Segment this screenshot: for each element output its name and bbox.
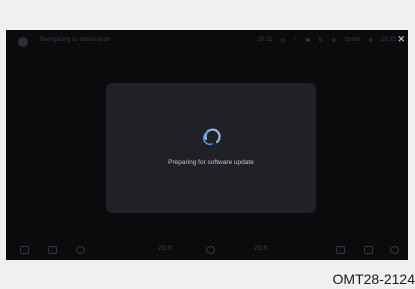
status-item-time: 20:11 [257, 37, 273, 43]
carrier-label: Sprint [344, 37, 360, 43]
infotainment-screen: Navigating to destination 20:11 ◎ ◔ ✱ ⇅ … [6, 30, 408, 260]
update-message: Preparing for software update [168, 159, 254, 166]
status-bar: Navigating to destination 20:11 ◎ ◔ ✱ ⇅ … [6, 30, 408, 52]
gps-icon: ⊕ [331, 38, 337, 44]
volume-icon[interactable] [364, 246, 373, 254]
status-clock: 10:22 [380, 37, 396, 43]
bottom-bar: 20.0 20.5 [6, 240, 408, 260]
status-title: Navigating to destination [40, 37, 111, 43]
bluetooth-icon: ✱ [305, 38, 311, 44]
page-frame: Navigating to destination 20:11 ◎ ◔ ✱ ⇅ … [0, 0, 415, 289]
loading-spinner-icon [202, 128, 221, 146]
mute-icon: ⊗ [367, 38, 373, 44]
status-indicators: 20:11 ◎ ◔ ✱ ⇅ ⊕ Sprint ⊗ 10:22 [258, 37, 396, 44]
location-icon: ◎ [280, 38, 286, 44]
update-dialog: Preparing for software update [106, 83, 316, 213]
figure-code: OMT28-2124 [332, 271, 415, 287]
apps-icon[interactable] [48, 246, 57, 254]
temp-right[interactable]: 20.5 [254, 245, 268, 252]
home-icon[interactable] [20, 246, 29, 254]
close-icon[interactable]: ✕ [397, 34, 405, 45]
profile-icon[interactable] [18, 37, 28, 47]
fan-icon[interactable] [206, 246, 215, 254]
seat-heat-icon[interactable] [336, 246, 345, 254]
data-icon: ⇅ [318, 38, 324, 44]
temp-left[interactable]: 20.0 [158, 245, 172, 252]
settings-icon[interactable] [390, 246, 399, 254]
clock-icon: ◔ [293, 37, 298, 43]
phone-icon[interactable] [76, 246, 85, 254]
